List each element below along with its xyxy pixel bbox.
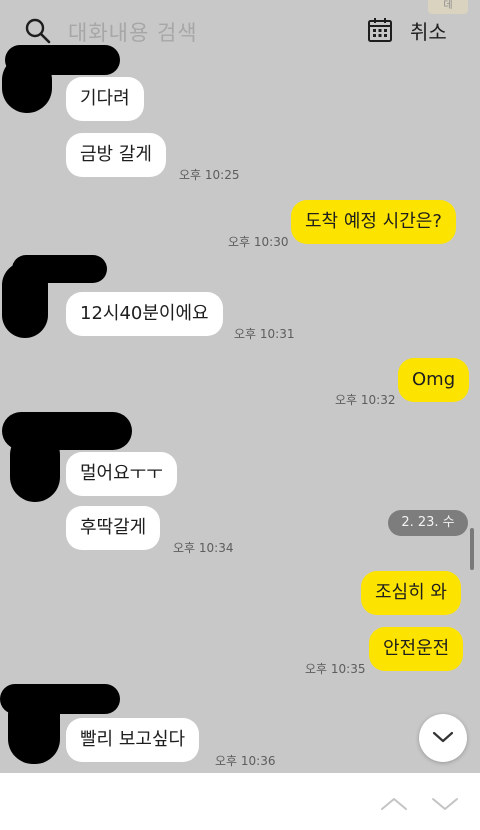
message-time: 오후 10:36 xyxy=(215,754,276,768)
search-input[interactable]: 대화내용 검색 xyxy=(68,17,198,47)
message-bubble[interactable]: 조심히 와 xyxy=(361,571,461,615)
message-time: 오후 10:34 xyxy=(173,541,234,555)
message-bubble[interactable]: 안전운전 xyxy=(369,627,464,671)
cancel-button[interactable]: 취소 xyxy=(410,16,447,45)
message-bubble[interactable]: 기다려 xyxy=(66,77,144,121)
redacted-avatar xyxy=(2,55,52,113)
message-bubble[interactable]: 도착 예정 시간은? xyxy=(291,200,456,244)
message-bubble[interactable]: 멀어요ㅜㅜ xyxy=(66,452,177,496)
redacted-avatar xyxy=(2,262,48,338)
message-bubble[interactable]: 빨리 보고싶다 xyxy=(66,718,200,762)
message-bubble[interactable]: 금방 갈게 xyxy=(66,133,166,177)
redacted-avatar xyxy=(8,690,60,764)
message-time: 오후 10:31 xyxy=(234,327,295,341)
search-icon xyxy=(25,18,51,44)
scrollbar[interactable] xyxy=(470,528,474,570)
message-bubble[interactable]: Omg xyxy=(398,358,470,402)
chevron-down-icon xyxy=(432,731,454,743)
chevron-down-icon xyxy=(432,798,458,810)
date-indicator: 2. 23. 수 xyxy=(388,510,468,536)
message-time: 오후 10:30 xyxy=(228,235,289,249)
message-bubble[interactable]: 후딱갈게 xyxy=(66,506,161,550)
corner-tag: 데 xyxy=(428,0,468,14)
previous-result-button[interactable] xyxy=(379,793,409,815)
message-time: 오후 10:35 xyxy=(305,662,366,676)
message-bubble[interactable]: 12시40분이에요 xyxy=(66,292,223,336)
next-result-button[interactable] xyxy=(430,793,460,815)
search-navigation-bar xyxy=(0,773,480,830)
scroll-to-bottom-button[interactable] xyxy=(419,714,467,762)
chevron-up-icon xyxy=(381,798,407,810)
redacted-avatar xyxy=(10,430,60,502)
message-time: 오후 10:32 xyxy=(335,393,396,407)
calendar-icon[interactable] xyxy=(366,16,394,44)
message-time: 오후 10:25 xyxy=(179,168,240,182)
